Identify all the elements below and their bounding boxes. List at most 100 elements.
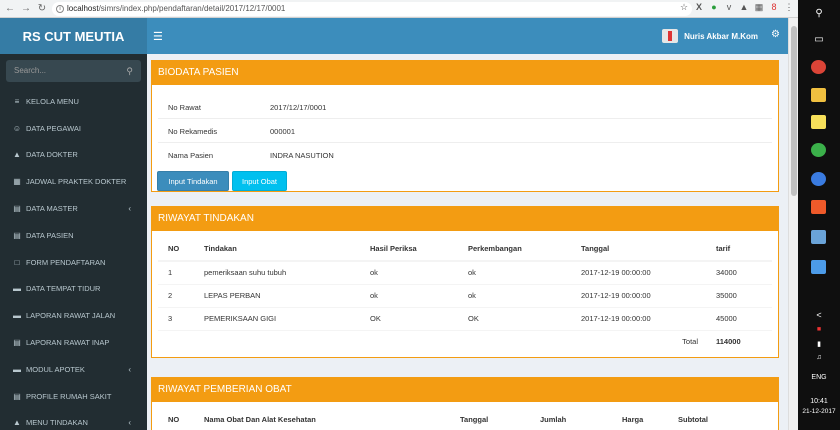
detail-label: No Rekamedis <box>168 127 218 136</box>
sidebar-item-label: FORM PENDAFTARAN <box>26 257 106 267</box>
main-content: BIODATA PASIEN No Rawat 2017/12/17/0001 … <box>147 54 788 430</box>
bed-icon: ▬ <box>13 284 21 294</box>
sidebar-item-data-tempat-tidur[interactable]: ▬ DATA TEMPAT TIDUR <box>0 276 147 303</box>
column-header[interactable]: Nama Obat Dan Alat Kesehatan <box>194 408 450 430</box>
app-icon[interactable] <box>811 230 826 244</box>
sidebar-item-menu-tindakan[interactable]: ▲ MENU TINDAKAN ‹ <box>0 410 147 430</box>
user-name: Nuris Akbar M.Kom <box>684 31 758 41</box>
extension-v-icon[interactable]: v <box>724 2 734 12</box>
column-header[interactable]: Tanggal <box>450 408 530 430</box>
column-header[interactable]: tarif <box>706 237 772 262</box>
brand-logo[interactable]: RS CUT MEUTIA <box>0 18 147 54</box>
graduation-cap-icon: ▲ <box>13 150 21 160</box>
biodata-title: BIODATA PASIEN <box>152 61 778 85</box>
table-cell: LEPAS PERBAN <box>194 283 360 307</box>
user-menu[interactable]: Nuris Akbar M.Kom <box>662 29 758 43</box>
table-icon: ▤ <box>13 230 21 240</box>
sidebar-item-data-pasien[interactable]: ▤ DATA PASIEN <box>0 222 147 249</box>
info-icon[interactable]: i <box>56 4 64 13</box>
table-cell: OK <box>458 306 571 330</box>
column-header[interactable]: Hasil Periksa <box>360 237 458 262</box>
riwayat-tindakan-box: RIWAYAT TINDAKAN NO Tindakan Hasil Periksa… <box>151 206 779 358</box>
sidebar-item-profile-rumah-sakit[interactable]: ▤ PROFILE RUMAH SAKIT <box>0 383 147 410</box>
extension-b-icon[interactable]: 8 <box>769 2 779 12</box>
table-cell: 2 <box>158 283 194 307</box>
back-icon[interactable]: ← <box>4 3 16 15</box>
reload-icon[interactable]: ↻ <box>36 3 48 15</box>
sidebar-item-laporan-rawat-jalan[interactable]: ▬ LAPORAN RAWAT JALAN <box>0 302 147 329</box>
hamburger-icon[interactable]: ☰ <box>153 30 163 43</box>
battery-icon[interactable]: ▮ <box>798 340 840 348</box>
sidebar-item-form-pendaftaran[interactable]: □ FORM PENDAFTARAN <box>0 249 147 276</box>
sidebar-item-label: JADWAL PRAKTEK DOKTER <box>26 177 127 187</box>
column-header[interactable]: Tanggal <box>571 237 706 262</box>
table-cell: 2017-12-19 00:00:00 <box>571 283 706 307</box>
sidebar-item-data-pegawai[interactable]: ☺ DATA PEGAWAI <box>0 115 147 142</box>
volume-icon[interactable]: ♫ <box>798 354 840 361</box>
xampp-icon[interactable] <box>811 200 826 214</box>
input-obat-button[interactable]: Input Obat <box>232 171 287 191</box>
column-header[interactable]: Subtotal <box>668 408 772 430</box>
column-header[interactable]: Harga <box>612 408 668 430</box>
sidebar-item-label: KELOLA MENU <box>26 96 79 106</box>
address-bar[interactable]: i localhost /simrs/index.php/pendaftaran… <box>52 1 692 16</box>
sidebar-item-label: DATA DOKTER <box>26 150 78 160</box>
menu-dots-icon[interactable]: ⋮ <box>784 2 794 12</box>
table-cell: 34000 <box>706 260 772 284</box>
network-icon[interactable]: ■ <box>798 326 840 333</box>
star-icon[interactable]: ☆ <box>679 2 689 12</box>
chrome-icon[interactable] <box>811 60 826 74</box>
cortana-search-icon[interactable]: ⚲ <box>798 8 840 19</box>
search-icon[interactable]: ⚲ <box>126 60 133 82</box>
sidebar-item-data-dokter[interactable]: ▲ DATA DOKTER <box>0 142 147 169</box>
extension-hat-icon[interactable]: ▲ <box>739 2 749 12</box>
clock-time[interactable]: 10:41 <box>798 398 840 405</box>
extension-x-icon[interactable]: X <box>694 2 704 12</box>
cube-icon[interactable] <box>811 260 826 274</box>
column-header[interactable]: Jumlah <box>530 408 612 430</box>
language-indicator[interactable]: ENG <box>798 374 840 381</box>
sticky-notes-icon[interactable] <box>811 115 826 129</box>
extension-s-icon[interactable]: ● <box>709 2 719 12</box>
task-view-icon[interactable]: ▭ <box>798 34 840 45</box>
total-value: 114000 <box>706 329 772 352</box>
bed-icon: ▬ <box>13 364 21 374</box>
sidebar-item-modul-apotek[interactable]: ▬ MODUL APOTEK ‹ <box>0 356 147 383</box>
bed-icon: ▬ <box>13 311 21 321</box>
cogs-icon[interactable]: ⚙ <box>771 29 780 40</box>
page-scrollbar[interactable] <box>788 18 798 430</box>
chevron-left-icon: ‹ <box>128 418 131 428</box>
table-cell: ok <box>458 283 571 307</box>
sidebar-item-label: DATA PASIEN <box>26 230 74 240</box>
clock-date[interactable]: 21-12-2017 <box>798 408 840 415</box>
column-header[interactable]: NO <box>158 408 194 430</box>
calendar-icon: ▦ <box>13 177 21 187</box>
table-cell: PEMERIKSAAN GIGI <box>194 306 360 330</box>
detail-value: 000001 <box>270 127 296 136</box>
chat-icon[interactable] <box>811 143 826 157</box>
column-header[interactable]: Perkembangan <box>458 237 571 262</box>
input-tindakan-button[interactable]: Input Tindakan <box>157 171 229 191</box>
forward-icon[interactable]: → <box>20 3 32 15</box>
scrollbar-thumb[interactable] <box>791 26 797 196</box>
sidebar-item-label: MODUL APOTEK <box>26 364 85 374</box>
table-icon: ▤ <box>13 338 21 348</box>
sidebar-item-label: LAPORAN RAWAT JALAN <box>26 311 116 321</box>
extension-box-icon[interactable]: ▦ <box>754 2 764 12</box>
sidebar-item-laporan-rawat-inap[interactable]: ▤ LAPORAN RAWAT INAP <box>0 329 147 356</box>
search-input[interactable]: Search... ⚲ <box>6 60 141 82</box>
file-explorer-icon[interactable] <box>811 88 826 102</box>
chevron-up-icon[interactable]: < <box>798 310 840 320</box>
sidebar-item-kelola-menu[interactable]: ≡ KELOLA MENU <box>0 88 147 115</box>
table-cell: OK <box>360 306 458 330</box>
total-label: Total <box>158 329 706 352</box>
browser-icon[interactable] <box>811 172 826 186</box>
column-header[interactable]: NO <box>158 237 194 262</box>
sidebar-item-jadwal-praktek-dokter[interactable]: ▦ JADWAL PRAKTEK DOKTER <box>0 168 147 195</box>
table-cell: 3 <box>158 306 194 330</box>
sidebar-item-data-master[interactable]: ▤ DATA MASTER ‹ <box>0 195 147 222</box>
users-icon: ☺ <box>12 123 22 133</box>
url-host: localhost <box>67 4 99 13</box>
column-header[interactable]: Tindakan <box>194 237 360 262</box>
table-cell: 35000 <box>706 283 772 307</box>
